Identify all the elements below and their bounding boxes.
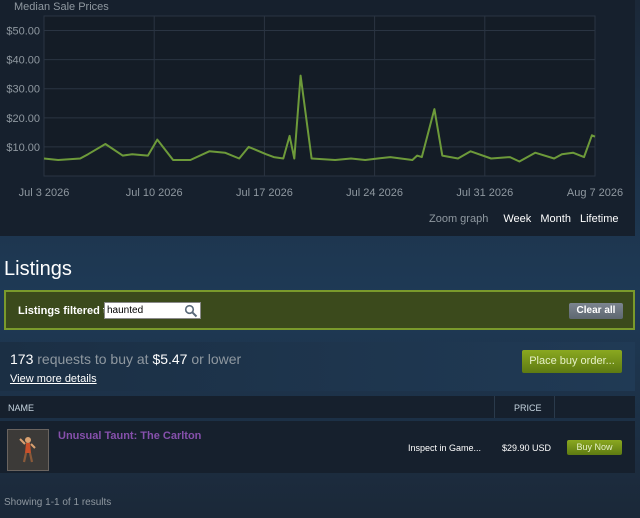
listings-heading: Listings [4, 258, 72, 280]
filter-label: Listings filtered to: [18, 305, 117, 317]
listings-table-header: NAME PRICE [0, 396, 635, 418]
item-image[interactable] [7, 429, 49, 471]
column-divider [494, 396, 495, 418]
buy-request-text: requests to buy at [37, 351, 149, 367]
buy-request-count: 173 [10, 351, 34, 367]
x-tick-label: Jul 24 2026 [346, 187, 403, 199]
column-divider [554, 396, 555, 418]
zoom-week-link[interactable]: Week [503, 213, 531, 225]
y-tick-label: $50.00 [6, 26, 40, 38]
zoom-controls: Zoom graph Week Month Lifetime [429, 213, 619, 225]
taunt-figure-icon [8, 430, 48, 470]
buy-request-suffix: or lower [191, 351, 242, 367]
filter-input-wrap [104, 302, 201, 319]
y-tick-label: $40.00 [6, 55, 40, 67]
price-history-panel: $10.00 $20.00 $30.00 $40.00 $50.00 Jul 3 2026… [0, 0, 635, 236]
listings-filter-bar: Listings filtered to: Clear all [4, 290, 635, 330]
filter-input[interactable] [107, 304, 183, 317]
item-name-link[interactable]: Unusual Taunt: The Carlton [58, 430, 201, 442]
place-buy-order-button[interactable]: Place buy order... [522, 350, 622, 373]
price-history-chart: $10.00 $20.00 $30.00 $40.00 $50.00 Jul 3 2026… [6, 15, 623, 199]
y-tick-label: $20.00 [6, 113, 40, 125]
x-tick-label: Jul 10 2026 [126, 187, 183, 199]
y-tick-label: $30.00 [6, 84, 40, 96]
x-tick-label: Jul 3 2026 [19, 187, 70, 199]
column-header-price: PRICE [514, 403, 542, 413]
chart-title: Median Sale Prices [14, 1, 109, 13]
x-tick-label: Jul 17 2026 [236, 187, 293, 199]
buy-requests-summary: 173 requests to buy at $5.47 or lower [10, 351, 241, 367]
x-tick-label: Aug 7 2026 [567, 187, 623, 199]
clear-all-button[interactable]: Clear all [569, 303, 623, 319]
view-more-details-link[interactable]: View more details [10, 373, 97, 385]
buy-request-price: $5.47 [152, 351, 188, 367]
item-price: $29.90 USD [502, 443, 552, 453]
zoom-month-link[interactable]: Month [540, 213, 571, 225]
x-tick-label: Jul 31 2026 [456, 187, 513, 199]
search-icon[interactable] [184, 304, 198, 318]
column-header-name: NAME [8, 403, 35, 413]
zoom-label: Zoom graph [429, 213, 489, 225]
plot-area [43, 15, 596, 177]
results-count: Showing 1-1 of 1 results [4, 497, 112, 508]
zoom-lifetime-link[interactable]: Lifetime [580, 213, 619, 225]
table-row: Unusual Taunt: The Carlton Inspect in Ga… [0, 421, 635, 473]
inspect-in-game-link[interactable]: Inspect in Game... [408, 443, 481, 453]
y-tick-label: $10.00 [6, 142, 40, 154]
buy-now-button[interactable]: Buy Now [567, 440, 622, 455]
